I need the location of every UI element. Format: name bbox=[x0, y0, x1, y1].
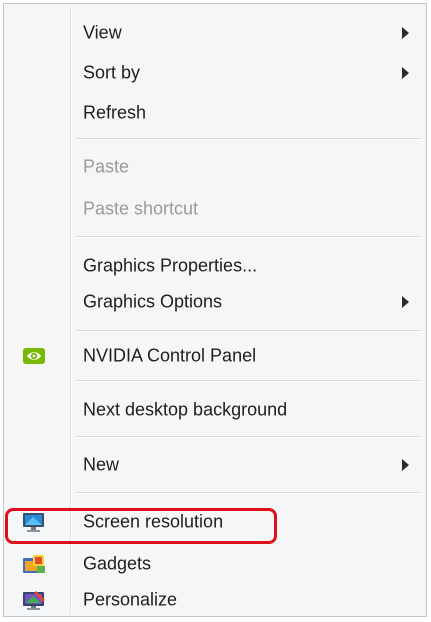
menu-item-graphics-options[interactable]: Graphics Options bbox=[4, 284, 426, 320]
submenu-arrow-icon bbox=[402, 459, 409, 471]
menu-item-label: New bbox=[83, 454, 120, 475]
menu-item-label: Refresh bbox=[83, 102, 147, 123]
menu-item-label: Personalize bbox=[83, 589, 178, 610]
menu-item-refresh[interactable]: Refresh bbox=[4, 95, 426, 131]
annotation-highlight-outline bbox=[5, 508, 277, 544]
menu-item-label: NVIDIA Control Panel bbox=[83, 345, 257, 366]
menu-separator bbox=[76, 138, 422, 140]
menu-item-gadgets[interactable]: Gadgets bbox=[4, 546, 426, 582]
menu-item-label: View bbox=[83, 22, 122, 43]
menu-separator bbox=[76, 492, 422, 494]
submenu-arrow-icon bbox=[402, 27, 409, 39]
menu-separator bbox=[76, 436, 422, 438]
menu-separator bbox=[76, 380, 422, 382]
menu-item-label: Paste bbox=[83, 156, 130, 177]
menu-item-label: Sort by bbox=[83, 62, 141, 83]
menu-item-label: Paste shortcut bbox=[83, 198, 199, 219]
menu-item-paste[interactable]: Paste bbox=[4, 149, 426, 185]
personalize-icon bbox=[21, 589, 47, 611]
nvidia-icon bbox=[21, 345, 47, 367]
submenu-arrow-icon bbox=[402, 67, 409, 79]
menu-item-new[interactable]: New bbox=[4, 447, 426, 483]
menu-item-graphics-properties[interactable]: Graphics Properties... bbox=[4, 248, 426, 284]
menu-item-personalize[interactable]: Personalize bbox=[4, 582, 426, 618]
menu-item-view[interactable]: View bbox=[4, 15, 426, 51]
menu-item-label: Graphics Options bbox=[83, 291, 223, 312]
menu-item-sort-by[interactable]: Sort by bbox=[4, 55, 426, 91]
menu-separator bbox=[76, 330, 422, 332]
gadgets-icon bbox=[21, 553, 47, 575]
menu-separator bbox=[76, 236, 422, 238]
submenu-arrow-icon bbox=[402, 296, 409, 308]
menu-item-next-desktop-background[interactable]: Next desktop background bbox=[4, 392, 426, 428]
menu-item-nvidia-control-panel[interactable]: NVIDIA Control Panel bbox=[4, 338, 426, 374]
menu-item-label: Gadgets bbox=[83, 553, 152, 574]
menu-item-label: Graphics Properties... bbox=[83, 255, 258, 276]
menu-item-label: Next desktop background bbox=[83, 399, 288, 420]
menu-item-paste-shortcut[interactable]: Paste shortcut bbox=[4, 191, 426, 227]
